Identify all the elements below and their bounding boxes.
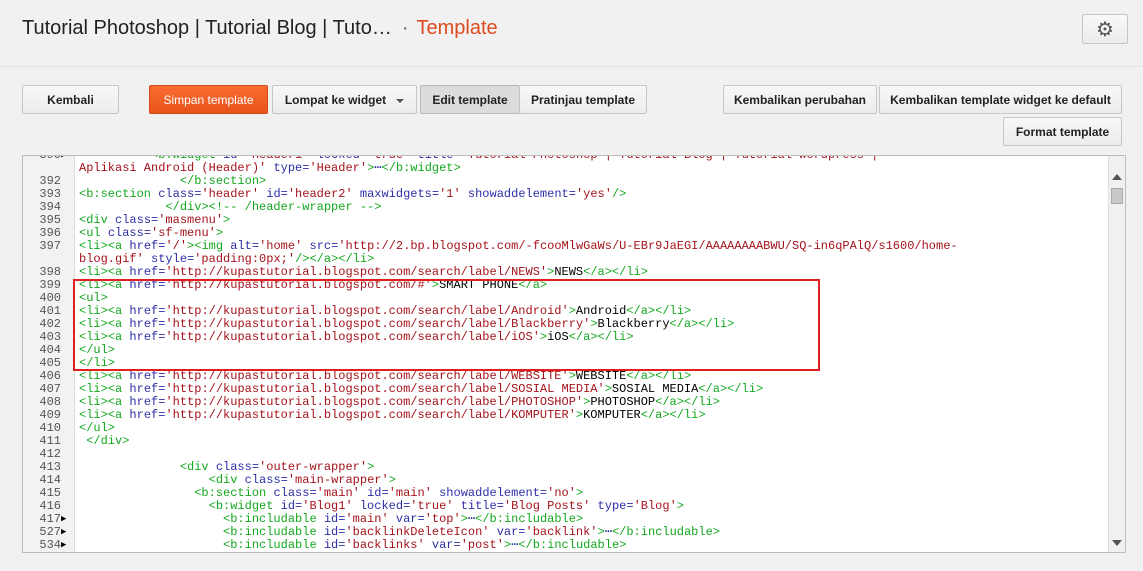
fold-arrow-icon[interactable]: ▶ <box>61 156 74 162</box>
fold-marker-empty <box>61 435 74 448</box>
fold-marker-empty <box>61 240 74 253</box>
save-template-button[interactable]: Simpan template <box>149 85 268 114</box>
code-text: </div> <box>79 434 130 448</box>
fold-marker-empty <box>61 201 74 214</box>
fold-marker-empty <box>61 448 74 461</box>
top-bar: Tutorial Photoshop | Tutorial Blog | Tut… <box>0 0 1143 67</box>
gear-icon: ⚙ <box>1096 18 1114 41</box>
fold-arrow-icon[interactable]: ▶ <box>61 513 74 526</box>
code-line[interactable]: 411 </div> <box>23 435 1108 448</box>
code-text: <li><a href='http://kupastutorial.blogsp… <box>79 408 706 422</box>
code-text: <b:includable id='backlinks' var='post'>… <box>79 538 627 552</box>
page-name: Template <box>416 17 498 39</box>
line-number: 534 <box>39 538 61 552</box>
fold-marker-empty <box>61 383 74 396</box>
fold-marker-empty <box>61 474 74 487</box>
scroll-down-arrow-icon[interactable] <box>1112 540 1122 546</box>
fold-marker-empty <box>61 266 74 279</box>
fold-marker-empty <box>61 422 74 435</box>
scrollbar-thumb[interactable] <box>1111 188 1123 204</box>
fold-marker-empty <box>61 214 74 227</box>
fold-marker-empty <box>61 162 74 175</box>
fold-marker-empty <box>61 461 74 474</box>
preview-template-button[interactable]: Pratinjau template <box>519 85 647 114</box>
chevron-down-icon <box>396 98 405 103</box>
fold-marker-empty <box>61 188 74 201</box>
code-line[interactable]: 410 </ul> <box>23 422 1108 435</box>
scroll-up-arrow-icon[interactable] <box>1112 174 1122 180</box>
fold-marker-empty <box>61 253 74 266</box>
line-number: 390 <box>39 155 61 162</box>
back-button[interactable]: Kembali <box>22 85 119 114</box>
fold-marker-empty <box>61 227 74 240</box>
highlight-annotation-box <box>73 279 820 371</box>
fold-marker-empty <box>61 175 74 188</box>
settings-button[interactable]: ⚙ <box>1082 14 1128 44</box>
format-template-button[interactable]: Format template <box>1003 117 1122 146</box>
fold-arrow-icon[interactable]: ▶ <box>61 539 74 552</box>
fold-marker-empty <box>61 487 74 500</box>
revert-widget-templates-button[interactable]: Kembalikan template widget ke default <box>879 85 1122 114</box>
fold-marker-empty <box>61 396 74 409</box>
blog-title: Tutorial Photoshop | Tutorial Blog | Tut… <box>22 17 392 39</box>
code-line[interactable]: 409 <li><a href='http://kupastutorial.blo… <box>23 409 1108 422</box>
jump-to-widget-dropdown[interactable]: Lompat ke widget <box>272 85 417 114</box>
fold-marker-empty <box>61 409 74 422</box>
title-separator: · <box>401 17 409 39</box>
jump-to-widget-label: Lompat ke widget <box>284 92 387 107</box>
revert-changes-button[interactable]: Kembalikan perubahan <box>723 85 877 114</box>
line-number: 397 <box>39 239 61 253</box>
fold-arrow-icon[interactable]: ▶ <box>61 526 74 539</box>
edit-template-button[interactable]: Edit template <box>420 85 520 114</box>
fold-marker-empty <box>61 500 74 513</box>
code-line[interactable]: 534 ▶ <b:includable id='backlinks' var='p… <box>23 539 1108 552</box>
fold-marker-empty <box>61 370 74 383</box>
page-title: Tutorial Photoshop | Tutorial Blog | Tut… <box>22 17 498 40</box>
vertical-scrollbar[interactable] <box>1108 156 1125 552</box>
